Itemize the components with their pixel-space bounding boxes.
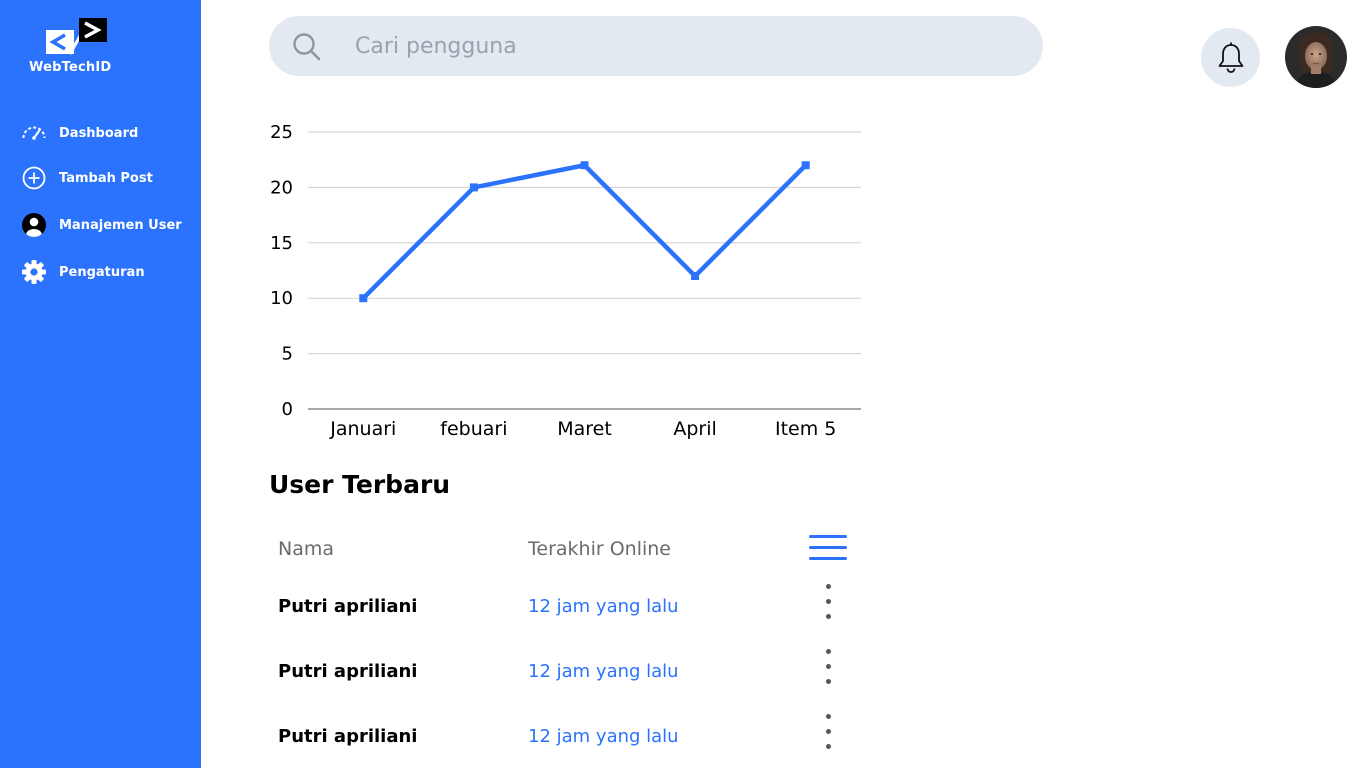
column-header-terakhir-online: Terakhir Online bbox=[528, 538, 671, 560]
notification-button[interactable] bbox=[1201, 28, 1260, 87]
avatar[interactable] bbox=[1285, 26, 1347, 88]
user-name: Putri apriliani bbox=[278, 661, 418, 682]
bell-icon bbox=[1218, 41, 1243, 73]
more-options-icon[interactable] bbox=[818, 714, 838, 754]
x-tick-label: April bbox=[673, 418, 716, 440]
search-bar[interactable] bbox=[269, 16, 1043, 76]
sidebar-item-tambah-post[interactable]: Tambah Post bbox=[20, 163, 195, 193]
x-tick-label: Item 5 bbox=[775, 418, 836, 440]
more-options-icon[interactable] bbox=[818, 649, 838, 689]
y-tick-label: 5 bbox=[282, 344, 293, 365]
x-tick-label: febuari bbox=[440, 418, 507, 440]
last-online: 12 jam yang lalu bbox=[528, 726, 679, 747]
y-tick-label: 10 bbox=[270, 288, 293, 309]
table-row: Putri apriliani 12 jam yang lalu bbox=[269, 584, 859, 634]
sidebar-item-label: Pengaturan bbox=[59, 264, 145, 280]
sidebar: WebTechID Dashboard Tambah Post Manajeme… bbox=[0, 0, 201, 768]
data-point bbox=[359, 294, 368, 303]
search-input[interactable] bbox=[355, 26, 1015, 66]
series-line bbox=[361, 162, 808, 300]
user-name: Putri apriliani bbox=[278, 726, 418, 747]
user-name: Putri apriliani bbox=[278, 596, 418, 617]
y-tick-label: 25 bbox=[270, 122, 293, 143]
code-brackets-logo-icon bbox=[46, 18, 107, 55]
search-icon bbox=[293, 33, 321, 61]
table-row: Putri apriliani 12 jam yang lalu bbox=[269, 714, 859, 764]
y-tick-label: 20 bbox=[270, 177, 293, 198]
y-tick-label: 0 bbox=[282, 399, 293, 420]
x-tick-label: Maret bbox=[557, 418, 612, 440]
line-chart: 0 5 10 15 20 25 Januari febuari Maret April Item 5 bbox=[270, 122, 861, 440]
last-online: 12 jam yang lalu bbox=[528, 596, 679, 617]
x-tick-label: Januari bbox=[329, 418, 396, 440]
column-header-nama: Nama bbox=[278, 538, 335, 560]
plus-circle-icon bbox=[20, 164, 48, 192]
user-avatar-image bbox=[1285, 26, 1347, 88]
user-circle-icon bbox=[20, 211, 48, 239]
data-point bbox=[469, 183, 478, 192]
data-point bbox=[580, 161, 589, 170]
last-online: 12 jam yang lalu bbox=[528, 661, 679, 682]
data-point bbox=[691, 272, 700, 281]
gear-icon bbox=[20, 258, 48, 286]
brand-name: WebTechID bbox=[29, 60, 112, 75]
more-options-icon[interactable] bbox=[818, 584, 838, 624]
menu-icon[interactable] bbox=[808, 533, 848, 563]
sidebar-item-dashboard[interactable]: Dashboard bbox=[20, 118, 195, 148]
y-tick-label: 15 bbox=[270, 233, 293, 254]
sidebar-item-label: Dashboard bbox=[59, 125, 139, 141]
data-point bbox=[801, 161, 810, 170]
sidebar-item-manajemen-user[interactable]: Manajemen User bbox=[20, 210, 195, 240]
logo[interactable]: WebTechID bbox=[29, 14, 129, 78]
section-title-user-terbaru: User Terbaru bbox=[269, 470, 451, 499]
sidebar-item-pengaturan[interactable]: Pengaturan bbox=[20, 257, 195, 287]
speedometer-icon bbox=[20, 119, 48, 147]
sidebar-item-label: Tambah Post bbox=[59, 170, 153, 186]
table-row: Putri apriliani 12 jam yang lalu bbox=[269, 649, 859, 699]
sidebar-item-label: Manajemen User bbox=[59, 217, 182, 233]
